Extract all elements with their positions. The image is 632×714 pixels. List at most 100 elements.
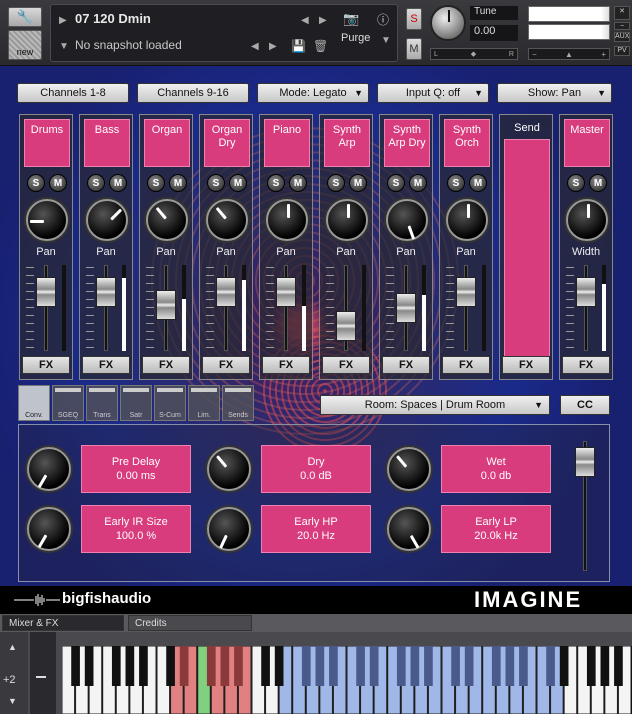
fx-button[interactable]: FX xyxy=(22,356,70,374)
pan-knob[interactable] xyxy=(146,199,188,241)
volume-fader[interactable] xyxy=(396,293,416,323)
channel-name[interactable]: Drums xyxy=(24,119,70,167)
fx-button[interactable]: FX xyxy=(562,356,610,374)
black-key[interactable] xyxy=(559,646,569,686)
volume-fader[interactable] xyxy=(336,310,356,341)
mute-button[interactable]: M xyxy=(229,174,247,192)
fx-tab[interactable]: Trans xyxy=(86,385,118,421)
fx-tab[interactable]: S-Cum xyxy=(154,385,186,421)
channels-9-16-button[interactable]: Channels 9-16 xyxy=(137,83,249,103)
prev-snapshot-icon[interactable]: ◀ xyxy=(251,41,259,52)
cc-button[interactable]: CC xyxy=(560,395,610,415)
black-key[interactable] xyxy=(71,646,80,686)
pan-knob[interactable] xyxy=(206,199,248,241)
octave-up-icon[interactable]: ▲ xyxy=(8,642,17,652)
send-pad[interactable] xyxy=(504,139,550,373)
fx-button[interactable]: FX xyxy=(202,356,250,374)
solo-button[interactable]: S xyxy=(87,174,105,192)
fx-button[interactable]: FX xyxy=(142,356,190,374)
channel-name[interactable]: Organ xyxy=(144,119,190,167)
solo-button[interactable]: S xyxy=(567,174,585,192)
solo-button[interactable]: S xyxy=(406,8,422,30)
mode-dropdown[interactable]: Mode: Legato ▼ xyxy=(257,83,369,103)
channels-1-8-button[interactable]: Channels 1-8 xyxy=(17,83,129,103)
pitch-mod-wheels[interactable] xyxy=(30,632,56,714)
black-key[interactable] xyxy=(315,646,325,686)
volume-fader[interactable] xyxy=(216,277,236,308)
channel-name[interactable]: Synth Arp Dry xyxy=(384,119,430,167)
solo-button[interactable]: S xyxy=(327,174,345,192)
width-knob[interactable] xyxy=(566,199,608,241)
fx-button[interactable]: FX xyxy=(322,356,370,374)
solo-button[interactable]: S xyxy=(387,174,405,192)
tune-value[interactable]: 0.00 xyxy=(470,25,518,41)
mute-button[interactable]: M xyxy=(589,174,607,192)
new-button[interactable]: new xyxy=(8,30,42,60)
early-lp-knob[interactable] xyxy=(387,507,431,551)
prev-instrument-icon[interactable]: ◀ xyxy=(301,15,309,26)
dry-knob[interactable] xyxy=(207,447,251,491)
black-key[interactable] xyxy=(519,646,528,686)
volume-fader[interactable] xyxy=(156,290,176,321)
channel-name[interactable]: Synth Orch xyxy=(444,119,490,167)
collapse-triangle-icon[interactable]: ▶ xyxy=(59,15,67,26)
tune-knob[interactable] xyxy=(430,5,466,41)
wrench-icon[interactable]: 🔧 xyxy=(8,7,42,27)
pan-knob[interactable] xyxy=(266,199,308,241)
snapshot-label[interactable]: No snapshot loaded xyxy=(75,38,182,52)
next-instrument-icon[interactable]: ▶ xyxy=(319,15,327,26)
fx-button[interactable]: FX xyxy=(262,356,310,374)
pre-delay-display[interactable]: Pre Delay 0.00 ms xyxy=(81,445,191,493)
black-key[interactable] xyxy=(274,646,284,686)
mute-button[interactable]: M xyxy=(169,174,187,192)
channel-name[interactable]: Synth Arp xyxy=(324,119,370,167)
fx-tab[interactable]: Satr xyxy=(120,385,152,421)
mute-button[interactable]: M xyxy=(289,174,307,192)
black-key[interactable] xyxy=(179,646,189,686)
early-lp-display[interactable]: Early LP 20.0k Hz xyxy=(441,505,551,553)
mute-button[interactable]: M xyxy=(406,38,422,60)
minimize-icon[interactable]: − xyxy=(614,22,630,30)
black-key[interactable] xyxy=(451,646,460,686)
pan-knob[interactable] xyxy=(446,199,488,241)
black-key[interactable] xyxy=(396,646,406,686)
black-key[interactable] xyxy=(491,646,501,686)
room-dropdown[interactable]: Room: Spaces | Drum Room ▼ xyxy=(320,395,550,415)
solo-button[interactable]: S xyxy=(147,174,165,192)
black-key[interactable] xyxy=(356,646,365,686)
black-key[interactable] xyxy=(546,646,555,686)
save-snapshot-icon[interactable]: 💾 xyxy=(291,39,306,53)
pv-toggle[interactable]: PV xyxy=(614,46,630,56)
black-key[interactable] xyxy=(139,646,148,686)
black-key[interactable] xyxy=(410,646,420,686)
black-key[interactable] xyxy=(206,646,216,686)
mute-button[interactable]: M xyxy=(49,174,67,192)
early-hp-knob[interactable] xyxy=(207,507,251,551)
black-key[interactable] xyxy=(301,646,311,686)
pan-knob[interactable] xyxy=(386,199,428,241)
snapshot-dropdown-icon[interactable]: ▼ xyxy=(59,41,69,52)
reverb-fader-handle[interactable] xyxy=(575,447,595,477)
close-icon[interactable]: ✕ xyxy=(614,6,630,20)
fx-button[interactable]: FX xyxy=(442,356,490,374)
aux-toggle[interactable]: AUX xyxy=(614,32,630,42)
fx-tab[interactable]: Sends xyxy=(222,385,254,421)
channel-name[interactable]: Master xyxy=(564,119,610,167)
info-icon[interactable]: ⓘ xyxy=(377,11,389,28)
black-key[interactable] xyxy=(234,646,243,686)
early-hp-display[interactable]: Early HP 20.0 Hz xyxy=(261,505,371,553)
black-key[interactable] xyxy=(464,646,474,686)
mute-button[interactable]: M xyxy=(469,174,487,192)
black-key[interactable] xyxy=(166,646,175,686)
black-key[interactable] xyxy=(261,646,270,686)
volume-fader[interactable] xyxy=(276,277,296,308)
wet-display[interactable]: Wet 0.0 db xyxy=(441,445,551,493)
fx-tab[interactable]: Lim. xyxy=(188,385,220,421)
octave-down-icon[interactable]: ▼ xyxy=(8,696,17,706)
input-q-dropdown[interactable]: Input Q: off ▼ xyxy=(377,83,489,103)
volume-slider[interactable]: − ▲ + xyxy=(528,48,610,60)
fx-tab[interactable]: SGEQ xyxy=(52,385,84,421)
black-key[interactable] xyxy=(220,646,230,686)
tab-mixer-fx[interactable]: Mixer & FX xyxy=(2,615,124,631)
solo-button[interactable]: S xyxy=(267,174,285,192)
